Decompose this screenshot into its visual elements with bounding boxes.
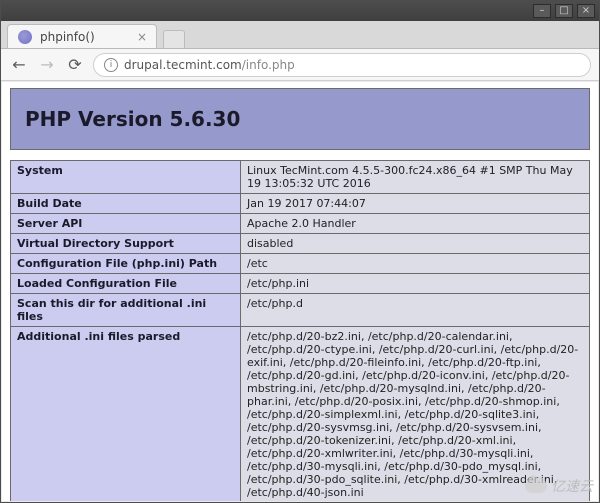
phpinfo-value: disabled: [241, 234, 590, 254]
phpinfo-key: Virtual Directory Support: [11, 234, 241, 254]
arrow-right-icon: →: [40, 55, 53, 74]
table-row: Build DateJan 19 2017 07:44:07: [11, 194, 590, 214]
window-maximize-button[interactable]: □: [555, 4, 573, 18]
window-close-button[interactable]: ×: [577, 4, 595, 18]
back-button[interactable]: ←: [9, 55, 29, 75]
table-row: Configuration File (php.ini) Path/etc: [11, 254, 590, 274]
url-host: drupal.tecmint.com: [124, 58, 242, 72]
phpinfo-table: SystemLinux TecMint.com 4.5.5-300.fc24.x…: [10, 160, 590, 501]
phpinfo-value: Apache 2.0 Handler: [241, 214, 590, 234]
page-viewport[interactable]: PHP Version 5.6.30 SystemLinux TecMint.c…: [2, 82, 598, 501]
tab-phpinfo[interactable]: phpinfo() ×: [7, 24, 157, 48]
table-row: Server APIApache 2.0 Handler: [11, 214, 590, 234]
phpinfo-key: Loaded Configuration File: [11, 274, 241, 294]
phpinfo-key: Scan this dir for additional .ini files: [11, 294, 241, 327]
reload-button[interactable]: ⟳: [65, 55, 85, 75]
url-path: /info.php: [242, 58, 295, 72]
php-version-heading: PHP Version 5.6.30: [25, 107, 575, 131]
reload-icon: ⟳: [68, 55, 81, 74]
php-favicon-icon: [18, 30, 32, 44]
window-minimize-button[interactable]: –: [533, 4, 551, 18]
table-row: Scan this dir for additional .ini files/…: [11, 294, 590, 327]
table-row: Loaded Configuration File/etc/php.ini: [11, 274, 590, 294]
new-tab-button[interactable]: [163, 30, 185, 48]
site-info-icon[interactable]: i: [104, 58, 118, 72]
phpinfo-key: System: [11, 161, 241, 194]
phpinfo-value: /etc/php.ini: [241, 274, 590, 294]
arrow-left-icon: ←: [12, 55, 25, 74]
phpinfo-value: /etc/php.d: [241, 294, 590, 327]
tab-close-icon[interactable]: ×: [136, 31, 148, 43]
table-row: Additional .ini files parsed/etc/php.d/2…: [11, 327, 590, 502]
phpinfo-value: Linux TecMint.com 4.5.5-300.fc24.x86_64 …: [241, 161, 590, 194]
table-row: SystemLinux TecMint.com 4.5.5-300.fc24.x…: [11, 161, 590, 194]
phpinfo-key: Configuration File (php.ini) Path: [11, 254, 241, 274]
address-bar[interactable]: i drupal.tecmint.com/info.php: [93, 53, 591, 77]
phpinfo-key: Build Date: [11, 194, 241, 214]
phpinfo-page: PHP Version 5.6.30 SystemLinux TecMint.c…: [2, 82, 598, 501]
url-text: drupal.tecmint.com/info.php: [124, 58, 295, 72]
phpinfo-banner: PHP Version 5.6.30: [10, 88, 590, 150]
table-row: Virtual Directory Supportdisabled: [11, 234, 590, 254]
phpinfo-value: /etc/php.d/20-bz2.ini, /etc/php.d/20-cal…: [241, 327, 590, 502]
tab-bar: phpinfo() ×: [1, 21, 599, 49]
phpinfo-value: /etc: [241, 254, 590, 274]
forward-button[interactable]: →: [37, 55, 57, 75]
browser-toolbar: ← → ⟳ i drupal.tecmint.com/info.php: [1, 49, 599, 81]
phpinfo-key: Additional .ini files parsed: [11, 327, 241, 502]
browser-window: – □ × phpinfo() × ← → ⟳ i drupal.tecmint…: [0, 0, 600, 503]
phpinfo-value: Jan 19 2017 07:44:07: [241, 194, 590, 214]
window-titlebar: – □ ×: [1, 1, 599, 21]
phpinfo-key: Server API: [11, 214, 241, 234]
tab-title: phpinfo(): [40, 30, 128, 44]
